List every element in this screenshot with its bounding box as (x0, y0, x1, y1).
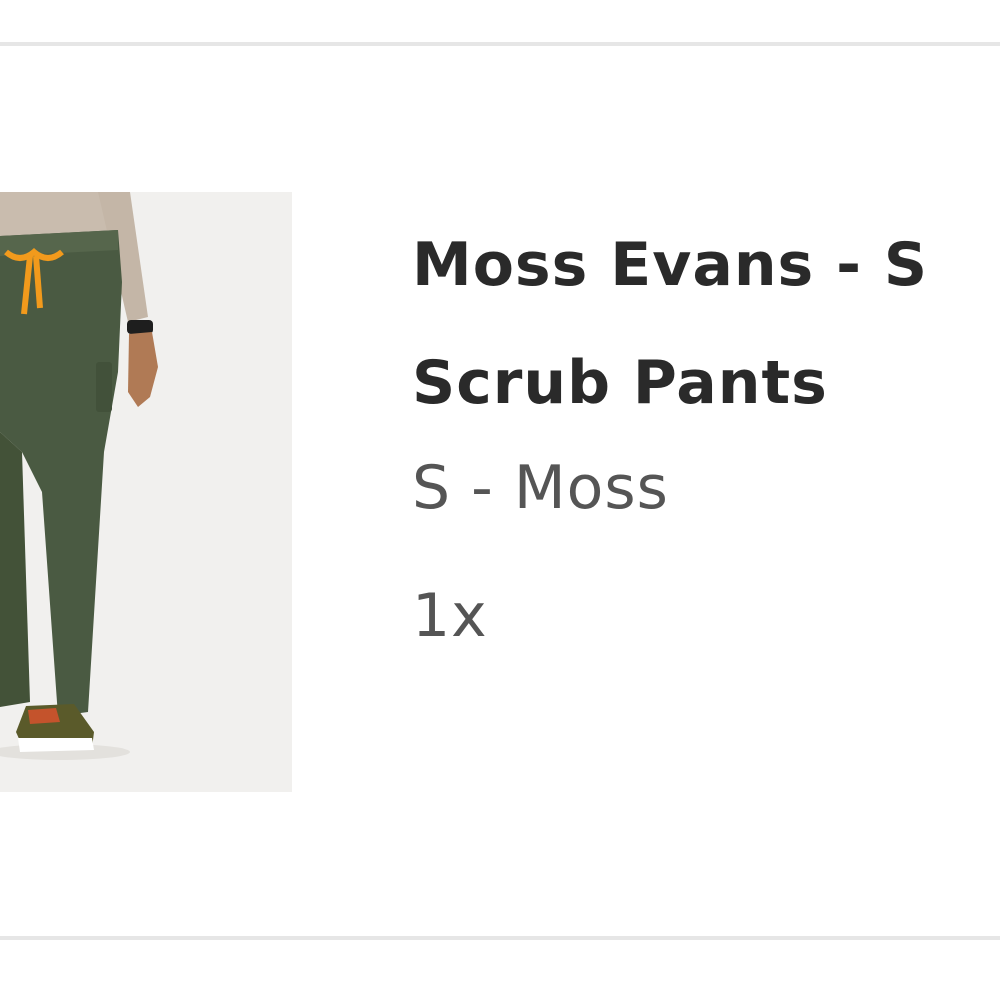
divider-top (0, 42, 1000, 46)
divider-bottom (0, 936, 1000, 940)
product-variant: S - Moss (412, 453, 669, 523)
cart-item-card: Moss Evans - S Scrub Pants S - Moss 1x (0, 0, 1000, 1000)
product-title[interactable]: Moss Evans - S Scrub Pants (412, 206, 1000, 442)
product-title-line-2: Scrub Pants (412, 348, 828, 418)
product-info: Moss Evans - S Scrub Pants S - Moss 1x (412, 206, 1000, 652)
product-title-line-1: Moss Evans - S (412, 230, 929, 300)
product-quantity: 1x (412, 581, 488, 651)
product-photo (0, 192, 292, 792)
product-image[interactable] (0, 192, 292, 792)
